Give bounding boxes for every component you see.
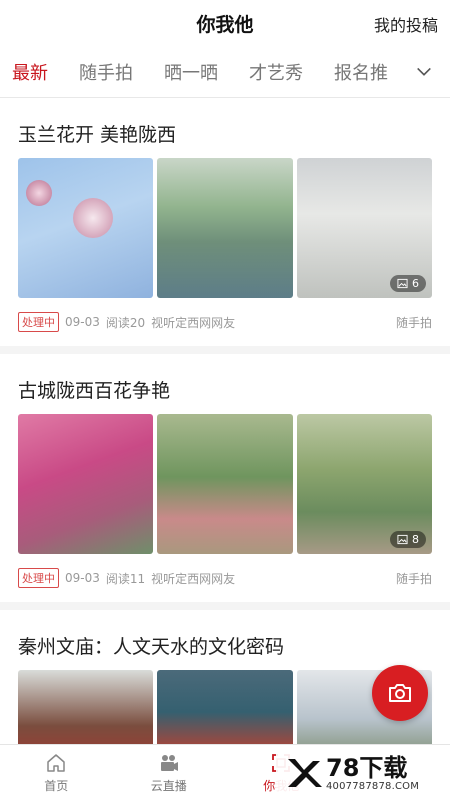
camera-icon <box>389 684 411 702</box>
nav-label: 首页 <box>44 778 69 793</box>
expand-tabs-button[interactable] <box>398 46 450 97</box>
tab-latest[interactable]: 最新 <box>12 59 48 85</box>
status-badge: 处理中 <box>18 312 59 332</box>
post-date: 09-03 <box>65 571 100 585</box>
post-channel[interactable]: 随手拍 <box>396 314 432 331</box>
my-posts-link[interactable]: 我的投稿 <box>374 12 438 36</box>
post-images: 8 <box>18 414 432 554</box>
image-count-badge: 6 <box>389 275 426 292</box>
post-title[interactable]: 玉兰花开 美艳陇西 <box>18 98 432 158</box>
post-title[interactable]: 古城陇西百花争艳 <box>18 354 432 414</box>
post-image[interactable] <box>18 414 154 554</box>
gallery-icon <box>397 534 408 545</box>
home-icon <box>47 753 65 772</box>
post-image[interactable]: 8 <box>296 414 432 554</box>
post-image[interactable] <box>18 158 154 298</box>
post-channel[interactable]: 随手拍 <box>396 570 432 587</box>
post-image[interactable] <box>157 158 293 298</box>
site-watermark: 78下载 4007787878.COM <box>276 750 446 796</box>
status-badge: 处理中 <box>18 568 59 588</box>
camera-post-button[interactable] <box>372 665 428 721</box>
header: 你我他 我的投稿 <box>0 0 450 46</box>
post-author: 视听定西网网友 <box>151 315 236 330</box>
tab-signup[interactable]: 报名推 <box>334 59 388 85</box>
post-card[interactable]: 玉兰花开 美艳陇西 6 处理中 09-03 阅读20 视听定西网网友 随手拍 <box>0 98 450 354</box>
gallery-icon <box>397 278 408 289</box>
category-tabs: 最新 随手拍 晒一晒 才艺秀 报名推 <box>0 46 450 98</box>
chevron-down-icon <box>417 67 431 76</box>
post-image[interactable] <box>157 414 293 554</box>
nav-live[interactable]: 云直播 <box>113 745 226 800</box>
nav-home[interactable]: 首页 <box>0 745 113 800</box>
magnolia-flower <box>26 180 52 206</box>
post-card[interactable]: 古城陇西百花争艳 8 处理中 09-03 阅读11 视听定西网网友 随手拍 <box>0 354 450 610</box>
magnolia-flower <box>73 198 113 238</box>
post-meta: 处理中 09-03 阅读11 视听定西网网友 随手拍 <box>18 554 432 602</box>
post-date: 09-03 <box>65 315 100 329</box>
image-count: 6 <box>411 277 419 290</box>
post-images: 6 <box>18 158 432 298</box>
watermark-url: 4007787878.COM <box>326 780 420 792</box>
image-count: 8 <box>411 533 419 546</box>
tab-snapshot[interactable]: 随手拍 <box>79 59 133 85</box>
video-camera-icon <box>160 754 178 771</box>
tab-show-off[interactable]: 晒一晒 <box>164 59 218 85</box>
read-count: 阅读20 <box>105 315 146 330</box>
tab-talent[interactable]: 才艺秀 <box>249 59 303 85</box>
watermark-brand: 78下载 <box>326 753 408 782</box>
post-meta: 处理中 09-03 阅读20 视听定西网网友 随手拍 <box>18 298 432 346</box>
x-logo-icon <box>288 759 322 787</box>
read-count: 阅读11 <box>105 571 146 586</box>
nav-label: 云直播 <box>150 778 187 793</box>
post-author: 视听定西网网友 <box>151 571 236 586</box>
post-title[interactable]: 秦州文庙：人文天水的文化密码 <box>18 610 432 670</box>
image-count-badge: 8 <box>389 531 426 548</box>
post-image[interactable]: 6 <box>296 158 432 298</box>
